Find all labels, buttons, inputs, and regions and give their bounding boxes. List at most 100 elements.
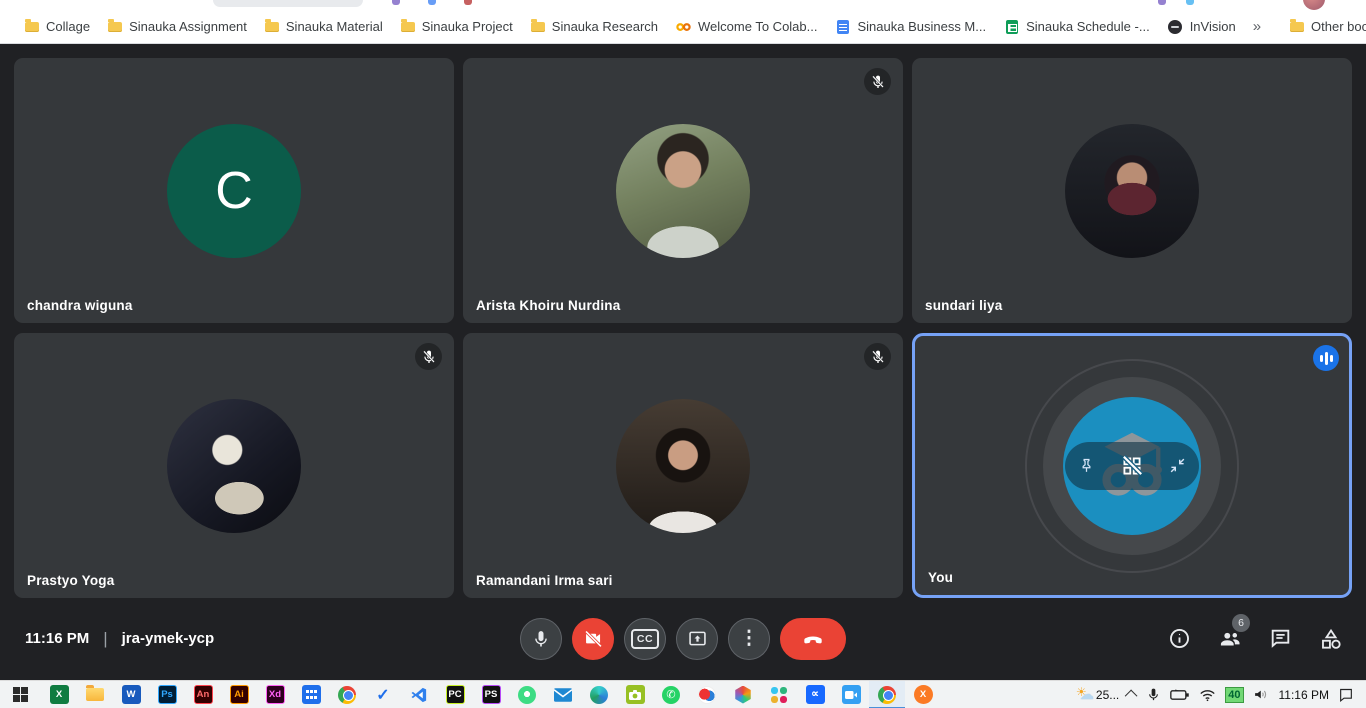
bookmark-sinauka-business[interactable]: Sinauka Business M...	[826, 14, 995, 40]
taskbar-chrome[interactable]	[329, 681, 365, 708]
extension-icon[interactable]	[464, 0, 472, 5]
extension-icon[interactable]	[392, 0, 400, 5]
participant-name: You	[928, 570, 953, 585]
divider: |	[103, 629, 107, 649]
taskbar-bird-app[interactable]	[689, 681, 725, 708]
bookmark-label: Welcome To Colab...	[698, 19, 817, 34]
tile-prastyo-yoga[interactable]: Prastyo Yoga	[14, 333, 454, 598]
call-controls: CC ⋮	[520, 618, 846, 660]
tile-you[interactable]: You	[912, 333, 1352, 598]
taskbar-adobe-xd[interactable]: Xd	[257, 681, 293, 708]
tray-wifi[interactable]	[1199, 688, 1216, 702]
taskbar-whatsapp[interactable]: ✆	[653, 681, 689, 708]
tray-battery[interactable]	[1170, 688, 1190, 702]
leave-call-button[interactable]	[780, 618, 846, 660]
minimize-tile-icon[interactable]	[1168, 456, 1187, 475]
present-button[interactable]	[676, 618, 718, 660]
taskbar-slack[interactable]	[761, 681, 797, 708]
bookmarks-overflow-chevron[interactable]: »	[1245, 18, 1269, 35]
taskbar-mail[interactable]	[545, 681, 581, 708]
taskbar-vscode[interactable]	[401, 681, 437, 708]
browser-profile-avatar[interactable]	[1303, 0, 1325, 10]
taskbar-todo[interactable]: ✓	[365, 681, 401, 708]
folder-icon	[108, 22, 122, 32]
chrome-icon	[338, 686, 356, 704]
bookmark-sinauka-assignment[interactable]: Sinauka Assignment	[99, 14, 256, 40]
taskbar-file-explorer[interactable]	[77, 681, 113, 708]
oc-app-icon: ∝	[806, 685, 825, 704]
extension-icon[interactable]	[1186, 0, 1194, 5]
taskbar-animate[interactable]: An	[185, 681, 221, 708]
captions-button[interactable]: CC	[624, 618, 666, 660]
participant-name: Ramandani Irma sari	[476, 573, 613, 588]
battery-percent-badge[interactable]: 40	[1225, 687, 1243, 703]
start-button[interactable]	[0, 681, 41, 708]
bookmark-sinauka-research[interactable]: Sinauka Research	[522, 14, 667, 40]
tray-overflow-button[interactable]	[1128, 690, 1137, 699]
avatar	[1065, 124, 1199, 258]
chevron-up-icon	[1125, 690, 1138, 703]
taskbar-excel[interactable]: X	[41, 681, 77, 708]
taskbar-video-app[interactable]	[833, 681, 869, 708]
taskbar-photoshop[interactable]: Ps	[149, 681, 185, 708]
meeting-info: 11:16 PM | jra-ymek-ycp	[25, 629, 214, 649]
bookmark-colab[interactable]: Welcome To Colab...	[667, 14, 826, 40]
battery-percent-value: 40	[1225, 687, 1243, 703]
microphone-button[interactable]	[520, 618, 562, 660]
tray-microphone[interactable]	[1146, 687, 1161, 702]
mic-muted-icon	[864, 343, 891, 370]
bookmark-invision[interactable]: InVision	[1159, 14, 1245, 40]
pin-tile-icon[interactable]	[1077, 456, 1096, 475]
tile-ramandani-irma-sari[interactable]: Ramandani Irma sari	[463, 333, 903, 598]
bookmark-sinauka-project[interactable]: Sinauka Project	[392, 14, 522, 40]
bookmark-label: Sinauka Business M...	[857, 19, 986, 34]
taskbar-camera-green[interactable]	[617, 681, 653, 708]
chat-button[interactable]	[1268, 626, 1293, 651]
taskbar-word[interactable]: W	[113, 681, 149, 708]
taskbar-calendar[interactable]	[293, 681, 329, 708]
taskbar-edge[interactable]	[581, 681, 617, 708]
participant-grid: C chandra wiguna Arista Khoiru Nurdina s…	[14, 58, 1352, 598]
bookmark-sinauka-material[interactable]: Sinauka Material	[256, 14, 392, 40]
more-options-button[interactable]: ⋮	[728, 618, 770, 660]
hang-up-icon	[801, 627, 825, 651]
avatar	[616, 399, 750, 533]
taskbar-hexagon-app[interactable]	[725, 681, 761, 708]
phpstorm-icon: PS	[482, 685, 501, 704]
animate-icon: An	[194, 685, 213, 704]
taskbar-oc-app[interactable]: ∝	[797, 681, 833, 708]
hide-tile-icon[interactable]	[1119, 453, 1145, 479]
tray-volume[interactable]	[1253, 687, 1270, 702]
taskbar-illustrator[interactable]: Ai	[221, 681, 257, 708]
taskbar-phpstorm[interactable]: PS	[473, 681, 509, 708]
tile-arista-khoiru-nurdina[interactable]: Arista Khoiru Nurdina	[463, 58, 903, 323]
meeting-details-button[interactable]	[1167, 626, 1192, 651]
participants-button[interactable]: 6	[1217, 626, 1243, 652]
avatar: C	[167, 124, 301, 258]
taskbar-clock[interactable]: 11:16 PM	[1279, 688, 1329, 702]
action-center-button[interactable]	[1338, 687, 1354, 702]
tile-sundari-liya[interactable]: sundari liya	[912, 58, 1352, 323]
bookmark-sinauka-schedule[interactable]: Sinauka Schedule -...	[995, 14, 1159, 40]
activities-button[interactable]	[1318, 626, 1344, 652]
chat-icon	[1268, 626, 1293, 651]
camera-off-button[interactable]	[572, 618, 614, 660]
edge-icon	[590, 686, 608, 704]
taskbar-xampp[interactable]: X	[905, 681, 941, 708]
vscode-icon	[410, 686, 428, 704]
xampp-icon: X	[914, 685, 933, 704]
other-bookmarks[interactable]: Other bookmarks	[1281, 14, 1366, 40]
weather-widget[interactable]: ☀☁ 25...	[1076, 687, 1119, 703]
camera-app-icon	[626, 685, 645, 704]
taskbar-android-app[interactable]	[509, 681, 545, 708]
taskbar-pycharm[interactable]: PC	[437, 681, 473, 708]
browser-chrome: Collage Sinauka Assignment Sinauka Mater…	[0, 0, 1366, 44]
bookmark-collage[interactable]: Collage	[16, 14, 99, 40]
taskbar-chrome-active[interactable]	[869, 681, 905, 708]
tile-chandra-wiguna[interactable]: C chandra wiguna	[14, 58, 454, 323]
action-center-icon	[1338, 687, 1354, 702]
extension-icon[interactable]	[1158, 0, 1166, 5]
speaker-icon	[1253, 687, 1270, 702]
extension-icon[interactable]	[428, 0, 436, 5]
address-bar-fragment[interactable]	[213, 0, 363, 7]
